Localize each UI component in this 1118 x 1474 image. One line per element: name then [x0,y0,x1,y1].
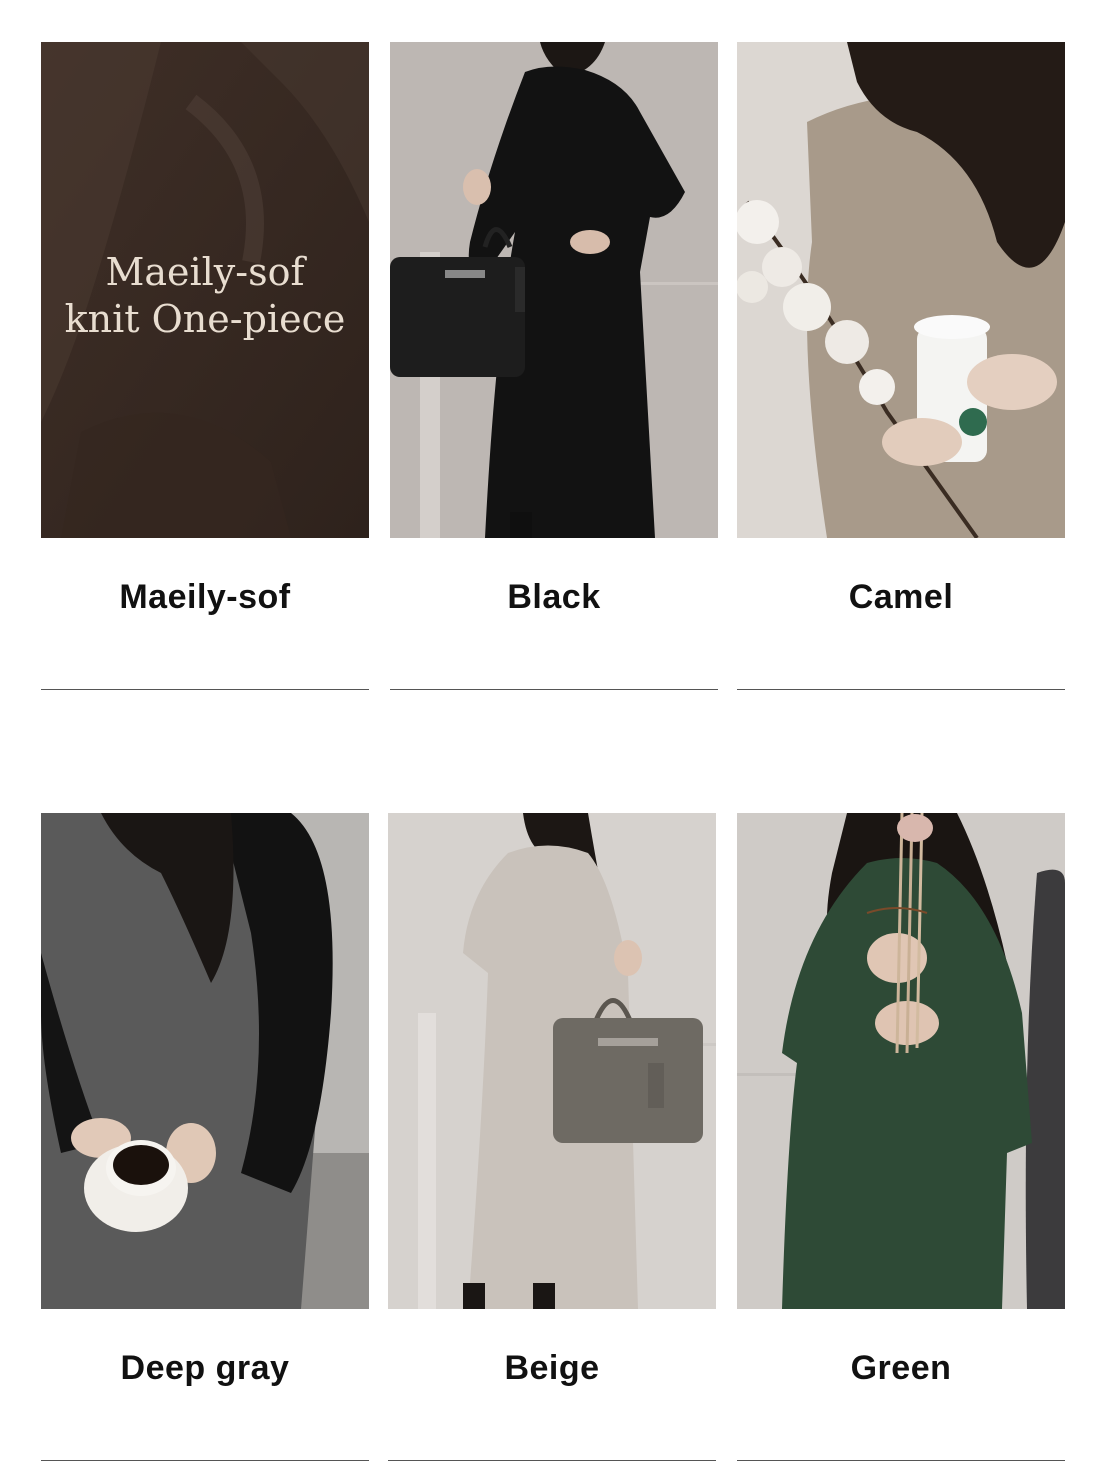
product-image-deep-gray [41,813,369,1309]
cover-image: Maeily-sof knit One-piece [41,42,369,538]
product-label: Green [850,1349,952,1387]
product-label: Deep gray [120,1349,290,1387]
product-image-black [390,42,718,538]
divider [737,1460,1065,1461]
product-label: Beige [504,1349,600,1387]
product-image-camel [737,42,1065,538]
product-label: Maeily-sof [119,578,291,616]
product-image-beige [388,813,716,1309]
product-color-grid: Maeily-sof knit One-piece Maeily-sof Bla… [0,0,1118,1474]
divider [41,689,369,690]
product-label: Black [507,578,601,616]
product-label: Camel [848,578,954,616]
cover-title-line2: knit One-piece [65,297,346,341]
divider [388,1460,716,1461]
product-image-green [737,813,1065,1309]
divider [41,1460,369,1461]
cover-title-line1: Maeily-sof [105,250,307,294]
divider [390,689,718,690]
divider [737,689,1065,690]
